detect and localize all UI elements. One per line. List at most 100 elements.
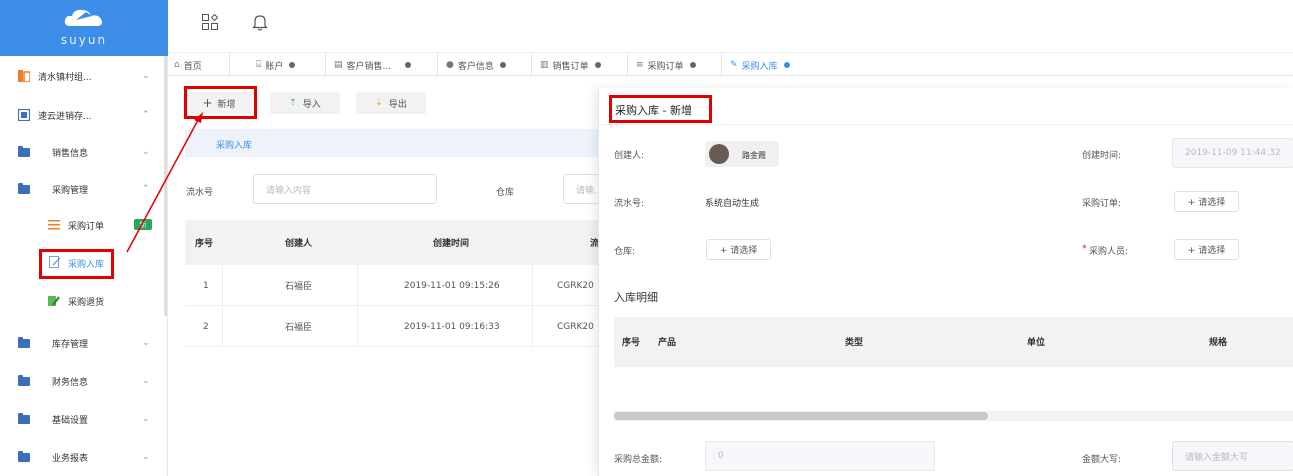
tab-label: 采购订单 [647, 61, 684, 72]
user-icon: ● [446, 60, 454, 70]
export-button[interactable]: ⇣ 导出 [356, 92, 426, 114]
detail-title: 入库明细 [614, 291, 658, 304]
tab-customer-sales[interactable]: ▤ 客户销售... [328, 53, 438, 77]
folder-icon [18, 337, 30, 348]
list-icon: ≡ [636, 60, 644, 70]
table-cell: 1 [203, 280, 209, 291]
folder-icon [18, 375, 30, 386]
close-icon[interactable] [499, 62, 506, 68]
cloud-logo-icon [64, 9, 102, 26]
purchase-order-select-button[interactable]: + 请选择 [1174, 191, 1239, 212]
table-cell: 2019-11-01 09:16:33 [404, 321, 500, 332]
table-row[interactable]: 1 石福臣 2019-11-01 09:15:26 CGRK20 [185, 265, 605, 306]
table-cell: 石福臣 [285, 323, 313, 333]
creator-label: 创建人: [614, 151, 645, 161]
close-icon[interactable] [783, 62, 790, 68]
required-mark: * [1082, 244, 1087, 254]
sidebar-item-settings[interactable]: 基础设置 ⌄ [0, 400, 166, 438]
amount-upper-label: 金额大写: [1082, 455, 1122, 465]
export-button-label: 导出 [388, 99, 407, 110]
detail-horizontal-scrollbar[interactable] [614, 411, 1293, 421]
highlight-box [609, 95, 712, 123]
annotation-arrow [126, 112, 203, 253]
folder-icon [18, 146, 30, 157]
table-row[interactable]: 2 石福臣 2019-11-01 09:16:33 CGRK20 [185, 306, 605, 347]
folder-icon [18, 183, 30, 194]
table-cell: 石福臣 [285, 282, 313, 292]
sidebar-item-reports[interactable]: 业务报表 ⌄ [0, 438, 166, 476]
sidebar-item-label: 财务信息 [52, 377, 89, 388]
top-bar [168, 0, 1293, 48]
download-icon: ⇣ [375, 98, 383, 108]
list-icon [48, 220, 60, 230]
sidebar-item-label: 清水镇村组... [38, 72, 92, 83]
chevron-down-icon: ⌄ [142, 414, 150, 424]
sidebar-item-label: 销售信息 [52, 148, 89, 159]
app-icon [18, 109, 30, 121]
sidebar-subitem-label: 采购退货 [68, 297, 105, 308]
buyer-select-button[interactable]: + 请选择 [1174, 239, 1239, 260]
sidebar-item-finance[interactable]: 财务信息 ⌄ [0, 362, 166, 400]
tab-bar: ⌂ 首页 ⌸ 账户 ▤ 客户销售... ● 客户信息 ▥ 销售订单 ≡ 采购订单… [168, 52, 1293, 77]
home-icon: ⌂ [174, 60, 180, 70]
tab-label: 客户信息 [457, 61, 494, 72]
tab-label: 客户销售... [346, 61, 392, 72]
column-header: 序号 [622, 338, 641, 348]
table-header: 序号 创建人 创建时间 流 [185, 220, 605, 265]
warehouse-select-button[interactable]: + 请选择 [706, 239, 771, 260]
table-divider [222, 265, 223, 347]
close-icon[interactable] [594, 62, 601, 68]
tab-label: 采购入库 [741, 61, 778, 72]
tab-customer-info[interactable]: ● 客户信息 [440, 53, 532, 77]
tab-account[interactable]: ⌸ 账户 [250, 53, 326, 77]
table-cell: 2019-11-01 09:15:26 [404, 280, 500, 291]
upload-icon: ⇡ [289, 98, 297, 108]
sidebar-item-inventory[interactable]: 库存管理 ⌄ [0, 324, 166, 362]
sidebar-subitem-purchase-return[interactable]: 采购退货 [0, 282, 166, 320]
buyer-label: 采购人员: [1089, 247, 1129, 257]
edit-icon: ✎ [730, 60, 738, 70]
total-amount-label: 采购总金额: [614, 455, 663, 465]
column-header: 产品 [658, 338, 677, 348]
sidebar-item-org[interactable]: 清水镇村组... ⌄ [0, 57, 166, 95]
return-icon [48, 296, 60, 306]
account-icon: ⌸ [256, 60, 262, 70]
import-button[interactable]: ⇡ 导入 [270, 92, 340, 114]
table-divider [532, 265, 533, 347]
brand-name: suyun [60, 33, 108, 47]
close-icon[interactable] [405, 62, 412, 68]
tab-purchase-order[interactable]: ≡ 采购订单 [630, 53, 722, 77]
apps-icon[interactable] [202, 14, 218, 30]
section-header: 采购入库 [185, 129, 605, 157]
warehouse-label: 仓库: [614, 247, 636, 257]
sidebar-item-label: 采购管理 [52, 185, 89, 196]
purchase-order-label: 采购订单: [1082, 199, 1122, 209]
close-icon[interactable] [289, 62, 296, 68]
create-time-input: 2019-11-09 11:44:32 [1172, 138, 1293, 168]
tab-sales-order[interactable]: ▥ 销售订单 [534, 53, 628, 77]
section-title: 采购入库 [216, 141, 253, 151]
create-time-label: 创建时间: [1082, 151, 1122, 161]
amount-upper-input[interactable]: 请输入金额大写 [1172, 441, 1293, 471]
serial-filter-input[interactable]: 请输入内容 [253, 174, 437, 204]
sidebar-subitem-label: 采购订单 [68, 221, 105, 232]
chevron-down-icon: ⌄ [142, 376, 150, 386]
close-icon[interactable] [689, 62, 696, 68]
divider [599, 124, 1293, 125]
add-drawer: 采购入库 - 新增 创建人: 路金霞 创建时间: 2019-11-09 11:4… [598, 88, 1293, 476]
tab-label: 销售订单 [552, 61, 589, 72]
total-amount-input: 0 [705, 441, 935, 471]
tab-home[interactable]: ⌂ 首页 [168, 53, 230, 77]
column-header: 规格 [1209, 338, 1228, 348]
bell-icon[interactable] [252, 14, 268, 31]
creator-name: 路金霞 [742, 151, 766, 160]
tab-purchase-inbound[interactable]: ✎ 采购入库 [724, 53, 818, 77]
tab-label: 首页 [183, 61, 202, 72]
column-header: 类型 [845, 338, 864, 348]
scrollbar-thumb[interactable] [614, 412, 988, 420]
sidebar-item-label: 库存管理 [52, 339, 89, 350]
sidebar-item-label: 业务报表 [52, 453, 89, 464]
chevron-down-icon: ⌄ [142, 71, 150, 81]
sidebar-item-label: 速云进销存... [38, 111, 92, 122]
import-button-label: 导入 [302, 99, 321, 110]
